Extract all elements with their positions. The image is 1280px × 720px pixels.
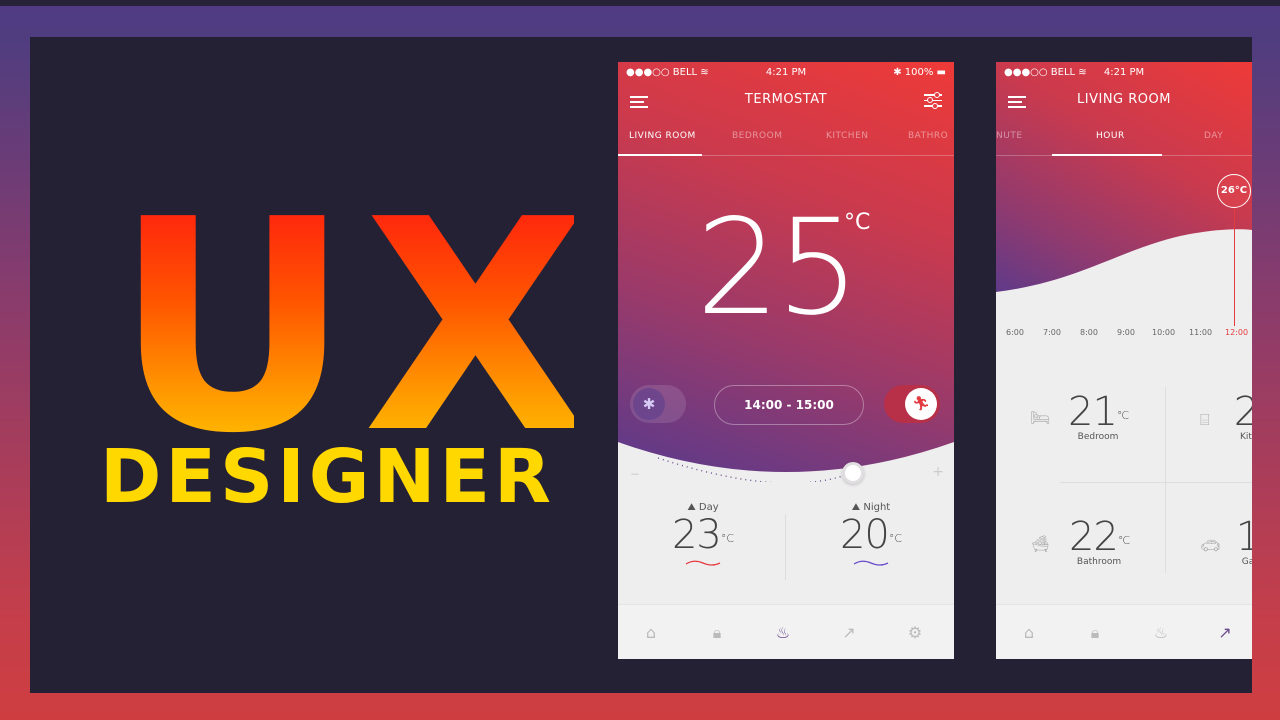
room-value: 1 <box>1235 514 1252 560</box>
hour-label-active: 12:00 <box>1225 328 1249 337</box>
tab-bathroom[interactable]: BATHRO <box>908 131 948 141</box>
screen-title: TERMOSTAT <box>744 92 828 107</box>
lock-icon[interactable]: 🔒︎ <box>1084 622 1106 644</box>
fan-toggle[interactable]: ✱ <box>630 385 686 423</box>
thumbnail-frame: UX DESIGNER ●●●○○ BELL ≋ 4:21 PM ✱ 100% … <box>30 37 1252 693</box>
bottom-tab-bar: ⌂ 🔒︎ ♨ ↗ <box>996 604 1252 659</box>
night-wave-icon <box>853 560 889 566</box>
room-card-bathroom[interactable]: 22°C Bathroom <box>1068 517 1130 567</box>
dial-handle[interactable] <box>842 462 864 484</box>
temperature-dial-curve <box>618 442 954 482</box>
bathtub-icon: 🛁︎ <box>1030 534 1051 553</box>
active-tab-indicator <box>618 154 702 156</box>
decrease-button[interactable]: − <box>630 467 640 481</box>
current-time-marker <box>1234 206 1235 326</box>
tab-day[interactable]: DAY <box>1204 131 1223 141</box>
phone-living-room-screen: ●●●○○ BELL ≋ 4:21 PM LIVING ROOM NUTE HO… <box>996 62 1252 659</box>
settings-sliders-icon[interactable] <box>924 92 942 108</box>
room-name: Bathroom <box>1076 557 1122 567</box>
hour-label: 7:00 <box>1043 328 1061 337</box>
room-card-kitchen[interactable]: 2 Kit <box>1226 392 1252 442</box>
room-name: Bedroom <box>1077 432 1119 442</box>
bed-icon: 🛏︎ <box>1030 408 1051 427</box>
tab-living-room[interactable]: LIVING ROOM <box>629 131 696 141</box>
day-temperature[interactable]: ⛰ Day 23°C <box>628 502 778 567</box>
home-icon[interactable]: ⌂ <box>1018 622 1040 644</box>
increase-button[interactable]: + <box>932 464 944 480</box>
status-bar: ●●●○○ BELL ≋ 4:21 PM ✱ 100% ▬ <box>626 67 946 81</box>
heater-icon[interactable]: ♨ <box>1148 622 1174 644</box>
current-temperature: 25 <box>696 191 860 345</box>
tab-bedroom[interactable]: BEDROOM <box>732 131 782 141</box>
night-temperature[interactable]: ⛰ Night 20°C <box>796 502 946 567</box>
screen-title: LIVING ROOM <box>1077 92 1171 107</box>
room-value: 21 <box>1068 389 1118 435</box>
room-value: 2 <box>1233 389 1252 435</box>
period-tabs: NUTE HOUR DAY <box>996 126 1252 156</box>
hour-label: 6:00 <box>1006 328 1024 337</box>
nav-bar: LIVING ROOM <box>996 90 1252 110</box>
status-time: 4:21 PM <box>1103 67 1145 78</box>
hero-designer-text: DESIGNER <box>100 434 556 520</box>
night-value: 20 <box>839 512 890 558</box>
history-curve <box>996 229 1252 312</box>
battery-label: ✱ 100% ▬ <box>893 67 946 78</box>
room-card-bedroom[interactable]: 21°C Bedroom <box>1068 389 1129 442</box>
day-wave-icon <box>685 560 721 566</box>
activity-toggle[interactable]: 🏃︎ <box>884 385 940 423</box>
status-bar: ●●●○○ BELL ≋ 4:21 PM <box>1004 67 1244 81</box>
hour-label: 9:00 <box>1117 328 1135 337</box>
day-unit: °C <box>720 532 735 545</box>
gear-icon[interactable]: ⚙ <box>904 622 926 644</box>
grid-divider-horizontal <box>1060 482 1252 483</box>
active-tab-indicator <box>1052 154 1162 156</box>
hero-ux-text: UX <box>114 157 601 497</box>
bottom-tab-bar: ⌂ 🔒︎ ♨ ↗ ⚙ <box>618 604 954 659</box>
room-tabs: LIVING ROOM BEDROOM KITCHEN BATHRO <box>618 126 954 156</box>
day-value: 23 <box>671 512 722 558</box>
heater-icon[interactable]: ♨ <box>770 622 796 644</box>
hour-label: 10:00 <box>1152 328 1176 337</box>
tab-kitchen[interactable]: KITCHEN <box>826 131 869 141</box>
room-unit: °C <box>1116 409 1129 422</box>
hour-label: 8:00 <box>1080 328 1098 337</box>
chart-icon[interactable]: ↗ <box>1214 622 1236 644</box>
tab-minute[interactable]: NUTE <box>996 131 1023 141</box>
room-unit: °C <box>1117 534 1130 547</box>
lock-icon[interactable]: 🔒︎ <box>706 622 728 644</box>
nav-bar: TERMOSTAT <box>618 90 954 110</box>
room-card-garage[interactable]: 1 Ga <box>1228 517 1252 567</box>
divider <box>785 514 786 580</box>
current-temp-bubble[interactable]: 26°C <box>1217 174 1251 208</box>
grid-divider-vertical <box>1165 387 1166 573</box>
hour-label: 11:00 <box>1189 328 1213 337</box>
phone-thermostat-screen: ●●●○○ BELL ≋ 4:21 PM ✱ 100% ▬ TERMOSTAT … <box>618 62 954 659</box>
home-icon[interactable]: ⌂ <box>640 622 662 644</box>
car-icon: 🚗︎ <box>1200 536 1221 555</box>
kitchen-icon: ⌸ <box>1200 410 1210 429</box>
temperature-unit: °C <box>844 210 871 235</box>
schedule-time-button[interactable]: 14:00 - 15:00 <box>714 385 864 425</box>
room-value: 22 <box>1068 514 1119 560</box>
chart-icon[interactable]: ↗ <box>838 622 860 644</box>
fan-icon: ✱ <box>633 388 665 420</box>
tab-hour[interactable]: HOUR <box>1096 131 1125 141</box>
running-person-icon: 🏃︎ <box>905 388 937 420</box>
night-unit: °C <box>888 532 903 545</box>
